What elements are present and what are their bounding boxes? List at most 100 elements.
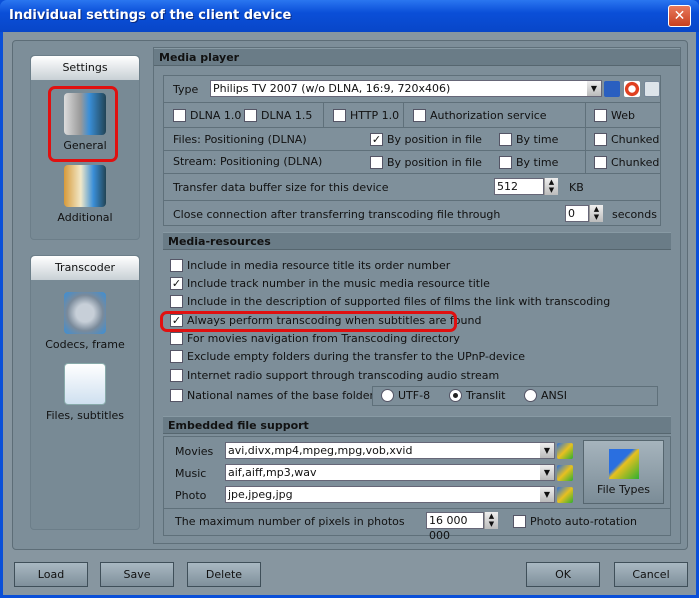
checkbox[interactable] — [244, 108, 257, 122]
checkbox[interactable] — [333, 108, 346, 122]
buffer-input[interactable]: 512 — [494, 178, 544, 195]
nav-item-files-subtitles[interactable]: Files, subtitles — [35, 363, 135, 422]
checkbox[interactable] — [170, 294, 183, 308]
copy-icon[interactable] — [644, 81, 660, 97]
cubes-icon[interactable] — [557, 487, 573, 503]
music-dropdown-arrow[interactable]: ▼ — [540, 465, 554, 480]
checkbox[interactable] — [499, 155, 512, 169]
close-connection-input[interactable]: 0 — [565, 205, 589, 222]
title-bar[interactable]: Individual settings of the client device… — [0, 0, 699, 32]
stream-bypos-checkbox[interactable]: By position in file — [370, 155, 482, 170]
checkbox[interactable] — [170, 368, 183, 382]
nav-item-codecs[interactable]: Codecs, frame — [35, 292, 135, 351]
cubes-icon[interactable] — [557, 443, 573, 459]
max-pixels-spinner[interactable]: ▲ ▼ — [484, 512, 498, 529]
checkbox[interactable] — [594, 108, 607, 122]
photo-dropdown-arrow[interactable]: ▼ — [540, 487, 554, 502]
files-bytime-checkbox[interactable]: By time — [499, 132, 558, 147]
movies-input[interactable]: avi,divx,mp4,mpeg,mpg,vob,xvid — [225, 442, 555, 459]
media-resource-option[interactable]: Exclude empty folders during the transfe… — [170, 349, 526, 364]
close-connection-unit: seconds — [612, 208, 657, 221]
close-button[interactable]: ✕ — [668, 5, 691, 27]
files-bypos-checkbox[interactable]: ✓ By position in file — [370, 132, 482, 147]
media-resource-option[interactable]: Include in media resource title its orde… — [170, 258, 450, 273]
checkbox-label: Web — [611, 109, 635, 122]
checkbox-label: Internet radio support through transcodi… — [187, 369, 500, 382]
movies-label: Movies — [175, 445, 214, 458]
cubes-icon[interactable] — [557, 465, 573, 481]
checkbox-label: Include in the description of supported … — [187, 295, 611, 308]
dlna10-checkbox[interactable]: DLNA 1.0 — [173, 108, 242, 123]
type-dropdown-arrow[interactable]: ▼ — [587, 81, 601, 96]
radio[interactable] — [449, 388, 462, 402]
encoding-translit-radio[interactable]: Translit — [449, 388, 506, 403]
authorization-checkbox[interactable]: Authorization service — [413, 108, 547, 123]
checkbox-label: Chunked — [611, 133, 660, 146]
type-select[interactable]: Philips TV 2007 (w/o DLNA, 16:9, 720x406… — [210, 80, 602, 97]
cancel-button[interactable]: Cancel — [614, 562, 688, 587]
media-resource-option[interactable]: Include in the description of supported … — [170, 294, 611, 309]
close-connection-spinner[interactable]: ▲ ▼ — [589, 205, 603, 222]
embedded-header: Embedded file support — [163, 416, 671, 434]
gears-film-icon — [64, 292, 106, 334]
radio[interactable] — [524, 388, 537, 402]
max-pixels-input[interactable]: 16 000 000 — [426, 512, 484, 542]
movies-dropdown-arrow[interactable]: ▼ — [540, 443, 554, 458]
checkbox[interactable] — [173, 108, 186, 122]
music-label: Music — [175, 467, 207, 480]
checkbox[interactable] — [594, 132, 607, 146]
nav-item-general[interactable]: General — [35, 93, 135, 152]
files-positioning-label: Files: Positioning (DLNA) — [173, 133, 307, 146]
checkbox[interactable] — [413, 108, 426, 122]
media-resource-option[interactable]: National names of the base folders — [170, 388, 380, 403]
checkbox-label: Include track number in the music media … — [187, 277, 490, 290]
photo-label: Photo — [175, 489, 207, 502]
music-input[interactable]: aif,aiff,mp3,wav — [225, 464, 555, 481]
checkbox[interactable] — [594, 155, 607, 169]
web-checkbox[interactable]: Web — [594, 108, 635, 123]
buffer-label: Transfer data buffer size for this devic… — [173, 181, 389, 194]
encoding-utf8-radio[interactable]: UTF-8 — [381, 388, 430, 403]
media-resource-option[interactable]: For movies navigation from Transcoding d… — [170, 331, 460, 346]
checkbox[interactable]: ✓ — [370, 132, 383, 146]
buffer-unit: KB — [569, 181, 584, 194]
save-icon[interactable] — [604, 81, 620, 97]
nav-item-additional[interactable]: Additional — [35, 165, 135, 224]
checkbox[interactable] — [170, 258, 183, 272]
checkbox-label: By time — [516, 156, 559, 169]
checkbox-label: HTTP 1.0 — [350, 109, 400, 122]
encoding-ansi-radio[interactable]: ANSI — [524, 388, 567, 403]
file-types-button[interactable]: File Types — [583, 440, 664, 504]
lifebuoy-icon[interactable] — [624, 81, 640, 97]
checkbox[interactable] — [170, 349, 183, 363]
checkbox-label: By position in file — [387, 133, 482, 146]
radio[interactable] — [381, 388, 394, 402]
checkbox[interactable] — [513, 514, 526, 528]
save-button[interactable]: Save — [100, 562, 174, 587]
type-label: Type — [173, 83, 199, 96]
radio-label: Translit — [466, 389, 506, 402]
device-film-icon — [64, 93, 106, 135]
nav-item-label: Codecs, frame — [45, 338, 125, 351]
stream-bytime-checkbox[interactable]: By time — [499, 155, 559, 170]
checkbox-label: Exclude empty folders during the transfe… — [187, 350, 526, 363]
photo-input[interactable]: jpe,jpeg,jpg — [225, 486, 555, 503]
stream-chunked-checkbox[interactable]: Chunked — [594, 155, 659, 170]
checkbox-label: DLNA 1.0 — [190, 109, 242, 122]
media-resource-option[interactable]: Internet radio support through transcodi… — [170, 368, 500, 383]
checkbox[interactable] — [370, 155, 383, 169]
media-resource-option[interactable]: ✓ Include track number in the music media… — [170, 276, 490, 291]
media-resources-header: Media-resources — [163, 232, 671, 250]
checkbox[interactable]: ✓ — [170, 276, 183, 290]
http10-checkbox[interactable]: HTTP 1.0 — [333, 108, 400, 123]
autorotation-checkbox[interactable]: Photo auto-rotation — [513, 514, 637, 529]
checkbox[interactable] — [170, 331, 183, 345]
dlna15-checkbox[interactable]: DLNA 1.5 — [244, 108, 312, 123]
buffer-spinner[interactable]: ▲ ▼ — [544, 178, 558, 195]
files-chunked-checkbox[interactable]: Chunked — [594, 132, 660, 147]
delete-button[interactable]: Delete — [187, 562, 261, 587]
checkbox[interactable] — [499, 132, 512, 146]
ok-button[interactable]: OK — [526, 562, 600, 587]
load-button[interactable]: Load — [14, 562, 88, 587]
checkbox[interactable] — [170, 388, 183, 402]
